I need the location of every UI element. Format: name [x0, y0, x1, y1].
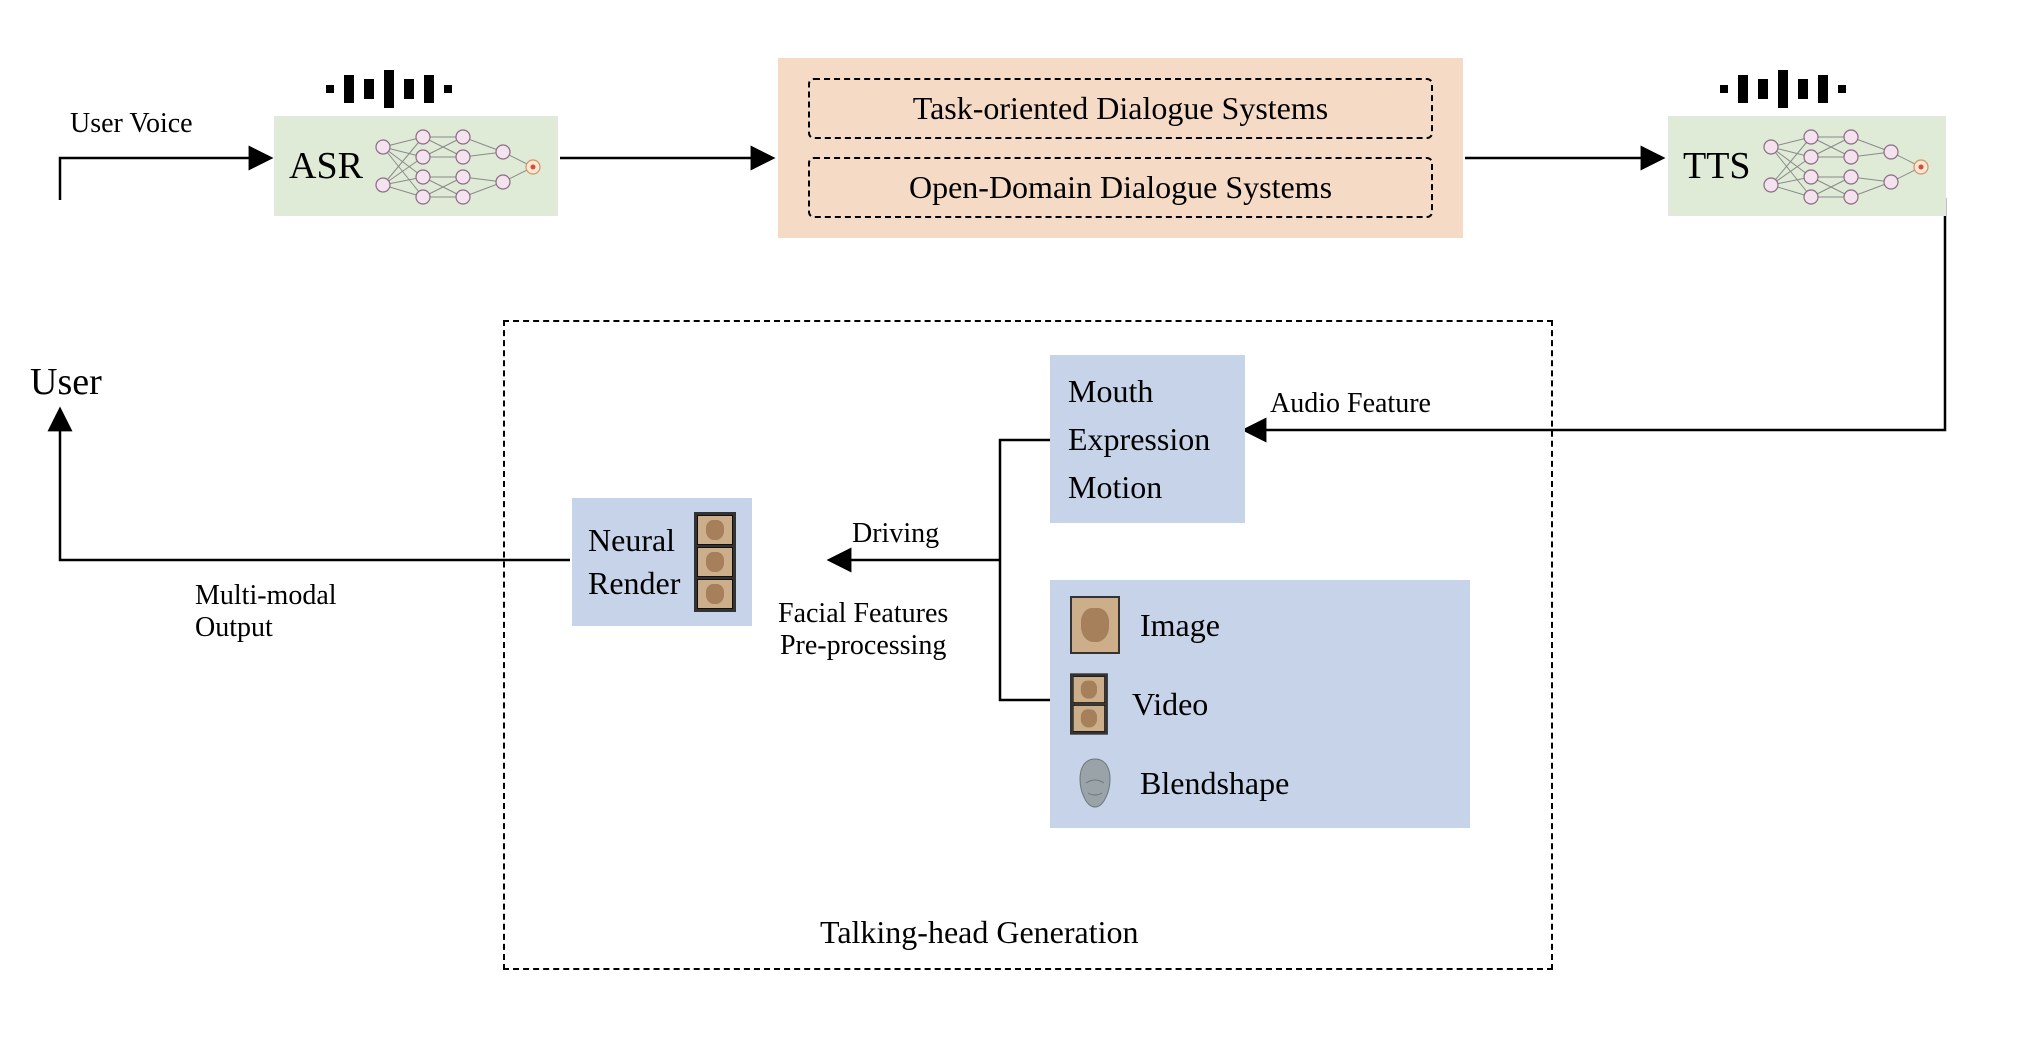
neural-render-textgroup: Neural Render [588, 519, 680, 605]
tts-label: TTS [1683, 144, 1751, 188]
dialogue-systems-box: Task-oriented Dialogue Systems Open-Doma… [778, 58, 1463, 238]
features-box: Mouth Expression Motion [1050, 355, 1245, 523]
edge-label-user-voice: User Voice [70, 108, 193, 140]
neural-net-icon [1761, 127, 1931, 205]
neural-text: Neural [588, 519, 680, 562]
ref-blendshape-label: Blendshape [1140, 765, 1289, 802]
tts-group: TTS [1668, 70, 1946, 216]
edge-render-user [60, 410, 570, 560]
tts-box: TTS [1668, 116, 1946, 216]
render-text: Render [588, 562, 680, 605]
ref-image-row: Image [1070, 596, 1450, 654]
edge-label-facial-features: Facial Features Pre-processing [778, 598, 948, 662]
neural-net-icon [373, 127, 543, 205]
edge-label-multimodal: Multi-modal Output [195, 580, 337, 644]
waveform-icon [1720, 70, 1946, 108]
feature-mouth: Mouth [1068, 367, 1227, 415]
ref-video-row: Video [1070, 670, 1450, 738]
edge-user-asr [60, 158, 270, 200]
preprocessing-text: Pre-processing [778, 630, 948, 662]
ref-image-label: Image [1140, 607, 1220, 644]
multimodal-text: Multi-modal [195, 580, 337, 612]
neural-render-box: Neural Render [572, 498, 752, 626]
open-domain-label: Open-Domain Dialogue Systems [909, 169, 1332, 205]
film-strip-icon [1070, 673, 1108, 734]
edge-label-driving: Driving [852, 518, 939, 550]
feature-motion: Motion [1068, 463, 1227, 511]
ref-blendshape-row: Blendshape [1070, 754, 1450, 812]
output-text: Output [195, 612, 337, 644]
asr-group: ASR [274, 70, 558, 216]
facial-features-text: Facial Features [778, 598, 948, 630]
open-domain-box: Open-Domain Dialogue Systems [808, 157, 1433, 218]
user-label: User [30, 360, 102, 404]
asr-label: ASR [289, 144, 363, 188]
waveform-icon [326, 70, 558, 108]
film-strip-icon [694, 512, 736, 612]
task-oriented-label: Task-oriented Dialogue Systems [913, 90, 1328, 126]
ref-video-label: Video [1132, 686, 1208, 723]
asr-box: ASR [274, 116, 558, 216]
feature-expression: Expression [1068, 415, 1227, 463]
refs-box: Image Video Blendshape [1050, 580, 1470, 828]
task-oriented-box: Task-oriented Dialogue Systems [808, 78, 1433, 139]
head3d-icon [1070, 754, 1120, 812]
image-icon [1070, 596, 1120, 654]
talking-head-label: Talking-head Generation [820, 914, 1139, 951]
